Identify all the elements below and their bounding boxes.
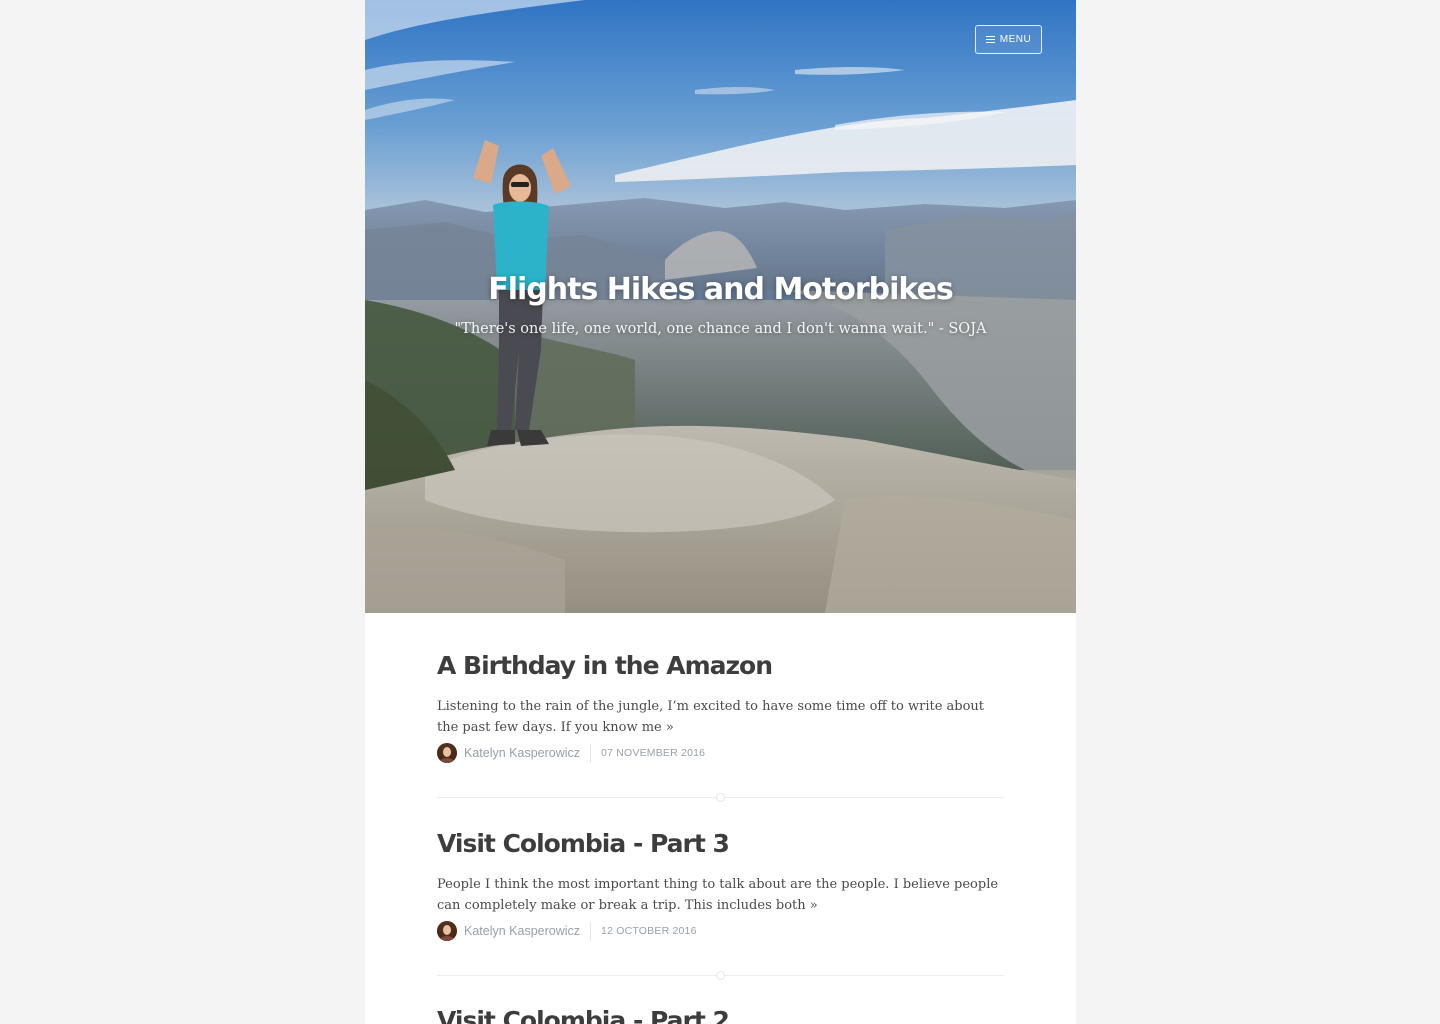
post-title[interactable]: Visit Colombia - Part 3 [437,829,730,858]
blog-page: MENU Flights Hikes and Motorbikes "There… [365,0,1076,1024]
site-description: "There's one life, one world, one chance… [454,321,987,337]
post-title[interactable]: Visit Colombia - Part 2 [437,1006,730,1024]
meta-divider [590,743,592,763]
post-meta: Katelyn Kasperowicz 12 OCTOBER 2016 [437,920,697,942]
meta-divider [590,921,592,941]
post-meta: Katelyn Kasperowicz 07 NOVEMBER 2016 [437,742,705,764]
menu-button[interactable]: MENU [975,25,1042,54]
site-title[interactable]: Flights Hikes and Motorbikes [365,272,1076,307]
author-avatar[interactable] [437,743,457,763]
read-more-link[interactable]: » [666,720,674,735]
author-avatar[interactable] [437,921,457,941]
post-excerpt: People I think the most important thing … [437,874,1004,916]
post-separator [437,793,1004,802]
post-excerpt-text: Listening to the rain of the jungle, I’m… [437,699,985,735]
site-header-hero: MENU Flights Hikes and Motorbikes "There… [365,0,1076,613]
author-name[interactable]: Katelyn Kasperowicz [464,746,580,760]
post-excerpt-text: People I think the most important thing … [437,877,999,913]
menu-label: MENU [999,34,1032,45]
post-excerpt: Listening to the rain of the jungle, I’m… [437,696,1004,738]
author-name[interactable]: Katelyn Kasperowicz [464,924,580,938]
post-separator [437,971,1004,980]
hamburger-icon [985,36,995,44]
post-date: 12 OCTOBER 2016 [601,925,697,937]
post-title[interactable]: A Birthday in the Amazon [437,651,773,680]
post-date: 07 NOVEMBER 2016 [601,747,706,759]
read-more-link[interactable]: » [810,898,818,913]
